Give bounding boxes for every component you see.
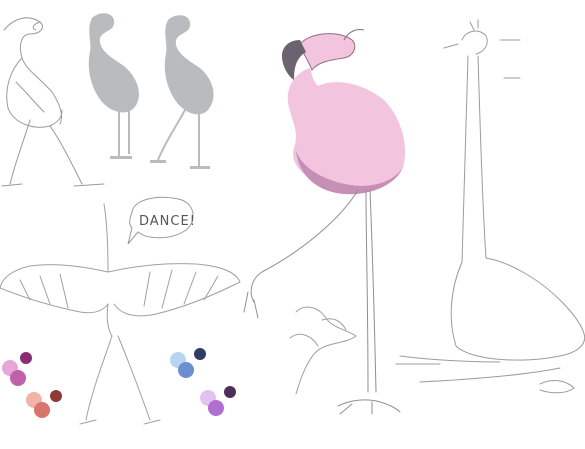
detail-sketch xyxy=(289,306,357,395)
swatch-group-four xyxy=(200,386,236,416)
swatch-blue-dark xyxy=(194,348,206,360)
swatch-group-two xyxy=(26,390,62,418)
speech-bubble: DANCE! xyxy=(127,196,196,245)
flamingo-leg-right xyxy=(369,189,377,393)
flamingo-sketch-sheet: DANCE! xyxy=(0,13,585,425)
flamingo-head xyxy=(299,33,356,72)
swatch-pink-mid xyxy=(10,370,26,386)
swatch-salmon-mid xyxy=(34,402,50,418)
speech-bubble-text: DANCE! xyxy=(139,214,196,229)
pink-flamingo-painting xyxy=(243,29,406,415)
flamingo-leg-left xyxy=(250,189,359,303)
standing-flamingo-sketch xyxy=(1,17,105,187)
flamingo-foot-right xyxy=(337,399,401,415)
flamingo-silhouette-one xyxy=(88,13,139,159)
spread-wing-flamingo-sketch xyxy=(0,203,241,425)
swatch-group-one xyxy=(2,352,32,386)
swatch-purple-dark xyxy=(224,386,236,398)
flamingo-silhouette-two xyxy=(150,15,214,169)
swatch-purple-mid xyxy=(208,400,224,416)
sitting-flamingo-sketch xyxy=(395,19,585,394)
swatch-salmon-dark xyxy=(50,390,62,402)
swatch-pink-dark xyxy=(20,352,32,364)
flamingo-foot-left xyxy=(243,291,259,319)
swatch-blue-mid xyxy=(178,362,194,378)
flamingo-leg-right-inner xyxy=(365,189,369,393)
swatch-group-three xyxy=(170,348,206,378)
